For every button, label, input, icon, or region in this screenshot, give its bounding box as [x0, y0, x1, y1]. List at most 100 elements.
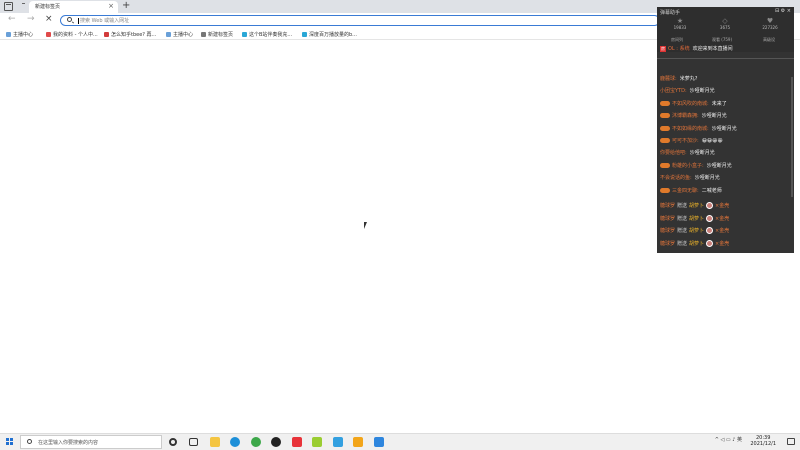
danmu-message: 鹿麓球: 米萝丸?: [660, 75, 697, 85]
danmu-message: 不会说话的鱼: 沙哑断月光: [660, 174, 720, 184]
bookmark-item[interactable]: 主播中心: [166, 31, 193, 38]
message-username[interactable]: 不如风吹的南城:: [672, 101, 709, 107]
gift-item: 胡萝卜: [689, 228, 705, 234]
stat-gifts: ◇ 3675: [704, 17, 746, 30]
tab-separator: [22, 3, 25, 4]
store-app-icon[interactable]: [333, 437, 343, 447]
fan-level-badge-icon: [660, 138, 670, 143]
text-caret: [78, 18, 79, 24]
gift-message: 糖球罗 赠送 胡萝卜 ×金壳: [660, 227, 729, 234]
gift-avatar: [706, 214, 714, 222]
gift-item: 胡萝卜: [689, 215, 705, 222]
danmu-message: 不如风吹的南城: 未来了: [660, 100, 727, 110]
danmu-message: 三金四无聊: 二喊老师: [660, 187, 722, 197]
tab-actions-icon[interactable]: [4, 2, 13, 11]
edge-icon[interactable]: [230, 437, 240, 447]
message-username[interactable]: 小团宝YTD:: [660, 88, 687, 94]
message-username[interactable]: 你要给他吧:: [660, 150, 687, 156]
divider: [657, 58, 794, 59]
bookmark-item[interactable]: 新建标签页: [201, 31, 233, 38]
address-placeholder: 搜索 Web 或输入网址: [80, 18, 130, 24]
bookmark-item[interactable]: 主播中心: [6, 31, 33, 38]
bookmark-item[interactable]: 我的资料 - 个人中...: [46, 31, 98, 38]
message-text: 二喊老师: [701, 187, 722, 194]
tab-new-tab[interactable]: 新建标签页 ×: [29, 1, 118, 13]
gift-item: 胡萝卜: [689, 240, 705, 247]
tab-rooms[interactable]: 房间列: [671, 37, 683, 43]
back-icon[interactable]: ←: [8, 14, 16, 24]
task-view-icon[interactable]: [189, 438, 198, 446]
message-username[interactable]: 可可不加沙:: [672, 138, 699, 144]
gift-username: 糖球罗: [660, 240, 676, 247]
notification-icon[interactable]: [787, 438, 795, 445]
message-username[interactable]: 粉雄的小盒子:: [672, 163, 704, 169]
bookmark-icon: [302, 32, 307, 37]
danmu-message: 小团宝YTD: 沙哑断月光: [660, 87, 715, 97]
windows-start-icon[interactable]: [6, 438, 14, 446]
message-text: 😀😀😀😀: [701, 138, 723, 144]
android-app-icon[interactable]: [312, 437, 322, 447]
music-app-icon[interactable]: [292, 437, 302, 447]
gift-avatar: [706, 227, 714, 234]
bookmark-item[interactable]: 深度百万播放量的b...: [302, 31, 357, 38]
gift-avatar: [706, 202, 714, 209]
fan-level-badge-icon: [660, 100, 670, 106]
danmu-widget: 弹幕助手 ⊟ ⚙ × ★ 19833 ◇ 3675 ♥ 227326 房间列 观…: [657, 7, 794, 253]
message-username[interactable]: 沐博霸森拥:: [672, 113, 699, 119]
widget-controls[interactable]: ⊟ ⚙ ×: [775, 8, 791, 14]
room-badge: 房: [660, 46, 666, 52]
bookmark-item[interactable]: 怎么知乎tbee? 再...: [104, 31, 156, 38]
gift-avatar: [706, 239, 714, 247]
obs-icon[interactable]: [271, 437, 281, 447]
tab-viewers[interactable]: 观看 (759): [712, 37, 732, 43]
gift-verb: 赠送: [677, 215, 688, 222]
address-bar[interactable]: 搜索 Web 或输入网址: [60, 15, 660, 26]
danmu-message: 粉雄的小盒子: 沙哑断月光: [660, 162, 732, 172]
file-explorer-icon[interactable]: [210, 437, 220, 447]
diamond-icon: ◇: [722, 17, 728, 25]
message-text: 沙哑断月光: [689, 150, 715, 157]
bookmark-icon: [104, 32, 109, 37]
widget-scrollbar[interactable]: [791, 77, 793, 197]
danmu-message: 可可不加沙: 😀😀😀😀: [660, 137, 723, 147]
windows-taskbar: 在这里输入你要搜索的内容 ^ ◁ ▭ ♪ 英 20:39 2021/12/1: [0, 433, 800, 450]
gift-count: ×金壳: [715, 228, 730, 234]
gift-count: ×金壳: [715, 203, 730, 209]
stop-icon[interactable]: ×: [45, 14, 53, 24]
search-icon: [67, 17, 72, 22]
gift-verb: 赠送: [677, 228, 688, 234]
utility-app-icon[interactable]: [374, 437, 384, 447]
message-text: 沙哑断月光: [694, 175, 720, 182]
gift-username: 糖球罗: [660, 228, 676, 234]
tab-close-icon[interactable]: ×: [108, 2, 114, 10]
forward-icon[interactable]: →: [27, 14, 35, 24]
gift-count: ×金壳: [715, 215, 730, 222]
system-tray[interactable]: ^ ◁ ▭ ♪ 英: [715, 436, 742, 443]
widget-header: 弹幕助手 ⊟ ⚙ × ★ 19833 ◇ 3675 ♥ 227326 房间列 观…: [657, 7, 794, 52]
fan-level-badge-icon: [660, 187, 670, 193]
gift-item: 胡萝卜: [689, 203, 705, 209]
taskbar-clock[interactable]: 20:39 2021/12/1: [750, 435, 776, 447]
widget-tabs: 房间列 观看 (759) 高级设: [657, 37, 794, 45]
message-username[interactable]: 不会说话的鱼:: [660, 175, 692, 181]
new-tab-button[interactable]: +: [122, 0, 130, 12]
message-text: 沙哑断月光: [701, 113, 727, 120]
mouse-cursor: [364, 222, 370, 229]
bookmark-icon: [242, 32, 247, 37]
bookmark-item[interactable]: 这个B站伴奏我充...: [242, 31, 292, 38]
heart-icon: ♥: [766, 17, 774, 25]
chrome-icon[interactable]: [251, 437, 261, 447]
tab-advanced[interactable]: 高级设: [763, 37, 775, 43]
photo-app-icon[interactable]: [353, 437, 363, 447]
fan-level-badge-icon: [660, 113, 670, 119]
message-username[interactable]: 鹿麓球:: [660, 76, 677, 82]
star-icon: ★: [676, 17, 684, 25]
taskbar-search-input[interactable]: 在这里输入你要搜索的内容: [20, 435, 162, 449]
message-username[interactable]: 三金四无聊:: [672, 188, 699, 194]
fan-level-badge-icon: [660, 162, 670, 168]
cortana-icon[interactable]: [169, 438, 177, 446]
message-username[interactable]: 不如如缘的南城:: [672, 126, 709, 132]
gift-username: 糖球罗: [660, 215, 676, 222]
fan-level-badge-icon: [660, 125, 670, 131]
gift-verb: 赠送: [677, 240, 688, 247]
